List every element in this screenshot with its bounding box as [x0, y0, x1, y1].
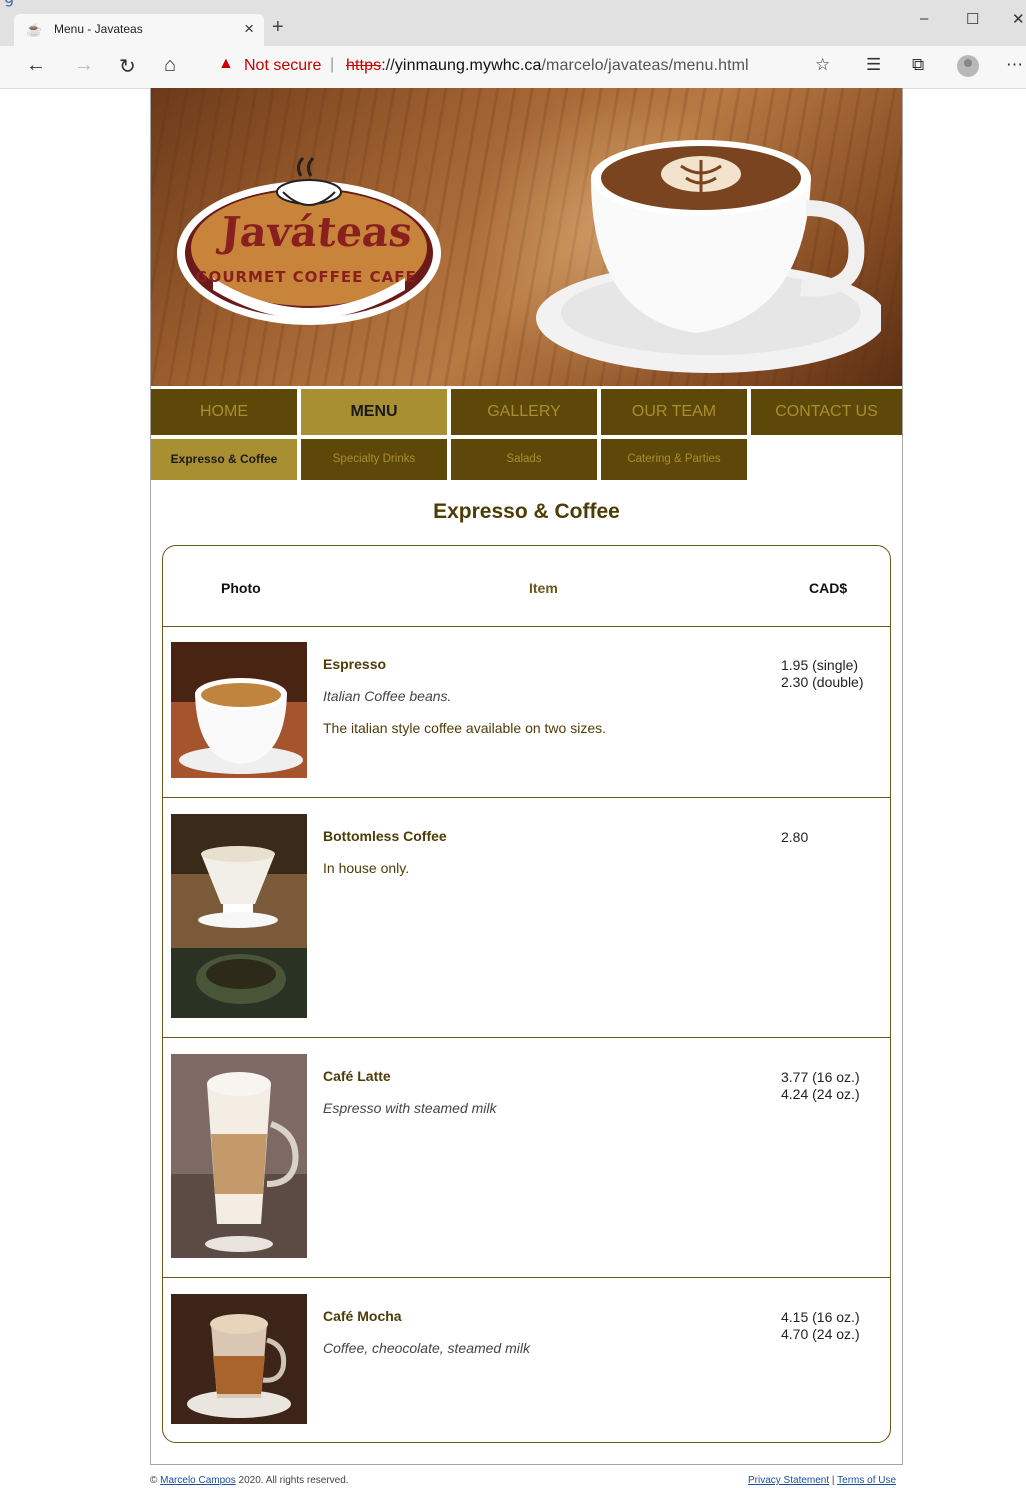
- row-divider: [163, 626, 890, 627]
- tab-close-icon[interactable]: ×: [244, 19, 254, 39]
- more-options-icon[interactable]: ⋯: [1006, 55, 1023, 75]
- copyright-prefix: ©: [150, 1475, 161, 1486]
- url-path: /marcelo/javateas/menu.html: [541, 57, 749, 74]
- item-price: 3.77 (16 oz.) 4.24 (24 oz.): [781, 1069, 860, 1103]
- price-option: 2.80: [781, 829, 809, 845]
- url-host-separator: ://: [381, 57, 395, 74]
- browser-tab-bar: g ☕ Menu - Javateas × + – ☐ ✕: [0, 0, 1026, 46]
- item-name: Espresso: [323, 656, 387, 672]
- back-icon[interactable]: ←: [26, 54, 46, 77]
- item-price: 4.15 (16 oz.) 4.70 (24 oz.): [781, 1309, 860, 1343]
- close-window-icon[interactable]: ✕: [1012, 10, 1025, 28]
- price-option: 2.30 (double): [781, 674, 864, 690]
- main-nav: HOME MENU GALLERY OUR TEAM CONTACT US: [151, 389, 902, 435]
- nav-menu[interactable]: MENU: [301, 389, 447, 435]
- price-option: 3.77 (16 oz.): [781, 1069, 860, 1085]
- subnav-specialty-drinks[interactable]: Specialty Drinks: [301, 439, 447, 480]
- tab-title: Menu - Javateas: [54, 22, 143, 36]
- subnav-salads[interactable]: Salads: [451, 439, 597, 480]
- item-price: 1.95 (single) 2.30 (double): [781, 657, 864, 691]
- item-name: Café Latte: [323, 1068, 391, 1084]
- copyright-suffix: 2020. All rights reserved.: [235, 1475, 349, 1486]
- espresso-photo: [171, 642, 307, 778]
- favorite-star-icon[interactable]: ☆: [815, 55, 830, 75]
- nav-contact-us[interactable]: CONTACT US: [751, 389, 902, 435]
- cafe-mocha-photo: [171, 1294, 307, 1424]
- header-photo: Photo: [221, 580, 261, 596]
- item-description: The italian style coffee available on tw…: [323, 720, 607, 736]
- nav-gallery[interactable]: GALLERY: [451, 389, 597, 435]
- nav-home[interactable]: HOME: [151, 389, 297, 435]
- browser-tab[interactable]: ☕ Menu - Javateas ×: [14, 14, 264, 46]
- maximize-icon[interactable]: ☐: [966, 10, 979, 28]
- price-option: 1.95 (single): [781, 657, 859, 673]
- forward-icon[interactable]: →: [74, 54, 94, 77]
- privacy-statement-link[interactable]: Privacy Statement: [748, 1475, 829, 1486]
- address-bar: ← → ↻ ⌂ ▲ Not secure | https://yinmaung.…: [0, 46, 1026, 89]
- collections-icon[interactable]: ⧉: [912, 55, 924, 75]
- top-edge-fragment: g: [0, 0, 90, 7]
- item-subtitle: Coffee, cheocolate, steamed milk: [323, 1340, 530, 1356]
- item-description: In house only.: [323, 860, 410, 876]
- footer-link-separator: |: [829, 1475, 838, 1486]
- header-item: Item: [529, 580, 558, 596]
- logo-wordmark: Javáteas: [218, 208, 415, 256]
- page-container: Javáteas GOURMET COFFEE CAFE HOME MENU G…: [150, 88, 903, 1465]
- hero-banner: Javáteas GOURMET COFFEE CAFE: [151, 88, 902, 386]
- top-edge-text: g: [4, 0, 14, 7]
- section-title: Expresso & Coffee: [433, 500, 620, 523]
- row-divider: [163, 797, 890, 798]
- security-warning-text[interactable]: Not secure: [244, 57, 321, 75]
- footer-copyright: © Marcelo Campos 2020. All rights reserv…: [150, 1475, 349, 1486]
- coffee-favicon-icon: ☕: [26, 22, 43, 37]
- url-host: yinmaung.mywhc.ca: [394, 57, 542, 74]
- cafe-latte-photo: [171, 1054, 307, 1258]
- profile-avatar-icon[interactable]: [957, 55, 979, 77]
- item-price: 2.80: [781, 829, 808, 846]
- coffee-cup-image: [536, 140, 881, 373]
- terms-of-use-link[interactable]: Terms of Use: [837, 1475, 896, 1486]
- refresh-icon[interactable]: ↻: [119, 54, 136, 79]
- subnav-expresso-coffee[interactable]: Expresso & Coffee: [151, 439, 297, 480]
- item-name: Bottomless Coffee: [323, 828, 447, 844]
- subnav-catering-parties[interactable]: Catering & Parties: [601, 439, 747, 480]
- url-separator: |: [330, 56, 335, 73]
- logo-tagline: GOURMET COFFEE CAFE: [195, 268, 417, 286]
- header-price: CAD$: [809, 580, 848, 596]
- url-text[interactable]: https://yinmaung.mywhc.ca/marcelo/javate…: [346, 57, 749, 75]
- item-subtitle: Espresso with steamed milk: [323, 1100, 497, 1116]
- menu-table: Photo Item CAD$ Espresso Italian Coffee …: [162, 545, 891, 1443]
- url-field[interactable]: ▲ Not secure | https://yinmaung.mywhc.ca…: [208, 52, 804, 80]
- row-divider: [163, 1037, 890, 1038]
- favorites-list-icon[interactable]: ☰: [866, 55, 881, 75]
- warning-icon[interactable]: ▲: [218, 55, 234, 73]
- minimize-icon[interactable]: –: [920, 10, 928, 27]
- author-link[interactable]: Marcelo Campos: [160, 1475, 236, 1486]
- footer-links: Privacy Statement | Terms of Use: [748, 1475, 896, 1486]
- url-scheme: https: [346, 57, 382, 74]
- home-icon[interactable]: ⌂: [164, 54, 176, 77]
- new-tab-icon[interactable]: +: [272, 16, 284, 39]
- bottomless-coffee-photo: [171, 814, 307, 1018]
- nav-our-team[interactable]: OUR TEAM: [601, 389, 747, 435]
- price-option: 4.70 (24 oz.): [781, 1326, 860, 1342]
- item-name: Café Mocha: [323, 1308, 402, 1324]
- row-divider: [163, 1277, 890, 1278]
- price-option: 4.15 (16 oz.): [781, 1309, 860, 1325]
- price-option: 4.24 (24 oz.): [781, 1086, 860, 1102]
- item-subtitle: Italian Coffee beans.: [323, 688, 452, 704]
